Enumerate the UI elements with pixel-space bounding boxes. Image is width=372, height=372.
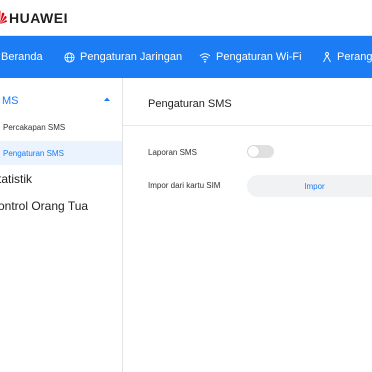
nav-item-pengaturan-wifi[interactable]: Pengaturan Wi-Fi	[199, 36, 302, 78]
sidebar-group-sms[interactable]: MS	[0, 90, 122, 112]
sms-report-label: Laporan SMS	[148, 148, 197, 157]
nav-item-pengaturan-jaringan[interactable]: Pengaturan Jaringan	[64, 36, 182, 78]
sidebar-item-percakapan-sms[interactable]: Percakapan SMS	[0, 115, 122, 139]
sidebar-item-label: ontrol Orang Tua	[0, 199, 89, 213]
wifi-icon	[199, 52, 211, 63]
sidebar-item-kontrol-orang-tua[interactable]: ontrol Orang Tua	[0, 195, 122, 217]
nav-item-label: Perangi	[337, 51, 372, 63]
brand-name: HUAWEI	[9, 10, 68, 26]
sms-report-toggle[interactable]	[247, 145, 274, 158]
import-button[interactable]: Impor	[247, 175, 372, 197]
nav-item-label: Pengaturan Jaringan	[80, 51, 183, 63]
title-divider	[123, 125, 372, 126]
caret-up-icon	[104, 97, 110, 101]
nav-item-beranda[interactable]: Beranda	[1, 36, 43, 78]
toggle-knob	[248, 146, 259, 157]
sidebar-item-label: Pengaturan SMS	[3, 148, 64, 158]
sidebar-item-label: Percakapan SMS	[3, 122, 66, 132]
page-title: Pengaturan SMS	[148, 98, 232, 110]
sidebar-item-pengaturan-sms[interactable]: Pengaturan SMS	[0, 141, 122, 165]
nav-item-label: Pengaturan Wi-Fi	[216, 51, 302, 63]
import-sim-label: Impor dari kartu SIM	[148, 181, 221, 190]
top-nav: Beranda Pengaturan Jaringan Pengaturan W…	[0, 36, 372, 78]
sidebar: MS Percakapan SMS Pengaturan SMS tatisti…	[0, 78, 123, 372]
huawei-logo-icon	[0, 10, 7, 24]
nav-item-label: Beranda	[1, 51, 43, 63]
sidebar-item-statistik[interactable]: tatistik	[0, 168, 122, 190]
globe-icon	[64, 51, 75, 63]
router-admin-page: HUAWEI Beranda Pengaturan Jaringan Penga…	[0, 0, 372, 372]
sidebar-group-label: MS	[2, 95, 19, 107]
brand-bar: HUAWEI	[0, 0, 372, 36]
sidebar-item-label: tatistik	[0, 172, 33, 186]
nav-item-perangkat[interactable]: Perangi	[322, 36, 372, 78]
content-panel: Pengaturan SMS Laporan SMS Impor dari ka…	[123, 78, 372, 372]
router-icon	[323, 51, 331, 62]
